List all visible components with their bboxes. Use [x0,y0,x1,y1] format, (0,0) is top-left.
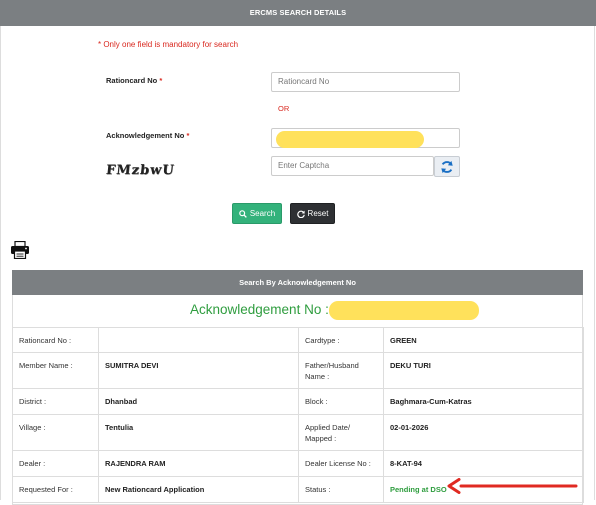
acknowledgement-label: Acknowledgement No * [106,131,190,140]
field-label: Requested For : [12,476,99,503]
field-value: RAJENDRA RAM [98,450,299,477]
field-label: District : [12,388,99,415]
table-row: Member Name : SUMITRA DEVI Father/Husban… [12,352,584,389]
printer-icon [11,240,29,260]
annotation-arrow-icon [447,478,578,494]
field-label: Applied Date/ Mapped : [298,414,384,451]
field-value [98,327,299,353]
table-row: District : Dhanbad Block : Baghmara-Cum-… [12,388,584,415]
field-label: Dealer License No : [298,450,384,477]
field-label: Dealer : [12,450,99,477]
search-button[interactable]: Search [232,203,282,224]
field-label: Member Name : [12,352,99,389]
panel-title: ERCMS SEARCH DETAILS [0,0,596,26]
details-table: Rationcard No : Cardtype : GREEN Member … [12,327,584,503]
rationcard-label: Rationcard No * [106,76,163,85]
result-section-title: Search By Acknowledgement No [12,270,583,295]
rationcard-input[interactable]: Rationcard No [271,72,460,92]
field-label: Cardtype : [298,327,384,353]
field-value: Tentulia [98,414,299,451]
field-label: Father/Husband Name : [298,352,384,389]
table-row: Village : Tentulia Applied Date/ Mapped … [12,414,584,451]
field-value: 8-KAT-94 [383,450,584,477]
mandatory-note: * Only one field is mandatory for search [98,40,239,49]
field-value: 02-01-2026 [383,414,584,451]
field-value: Baghmara-Cum-Katras [383,388,584,415]
redaction-mark [276,131,424,148]
print-button[interactable] [10,240,30,264]
refresh-captcha-button[interactable] [434,156,460,177]
redaction-mark [329,301,479,320]
field-value: GREEN [383,327,584,353]
field-label: Village : [12,414,99,451]
field-label: Status : [298,476,384,503]
table-row: Rationcard No : Cardtype : GREEN [12,327,584,353]
captcha-input[interactable]: Enter Captcha [271,156,434,176]
field-value: SUMITRA DEVI [98,352,299,389]
search-icon [239,209,247,218]
reset-button[interactable]: Reset [290,203,335,224]
acknowledgement-title: Acknowledgement No : [190,302,329,317]
captcha-image: FMzbwU [105,163,176,178]
or-separator: OR [278,104,290,113]
refresh-icon [441,160,453,173]
refresh-icon [296,210,305,218]
field-label: Block : [298,388,384,415]
field-value: DEKU TURI [383,352,584,389]
field-label: Rationcard No : [12,327,99,353]
field-value: New Rationcard Application [98,476,299,503]
table-row: Dealer : RAJENDRA RAM Dealer License No … [12,450,584,477]
field-value: Dhanbad [98,388,299,415]
